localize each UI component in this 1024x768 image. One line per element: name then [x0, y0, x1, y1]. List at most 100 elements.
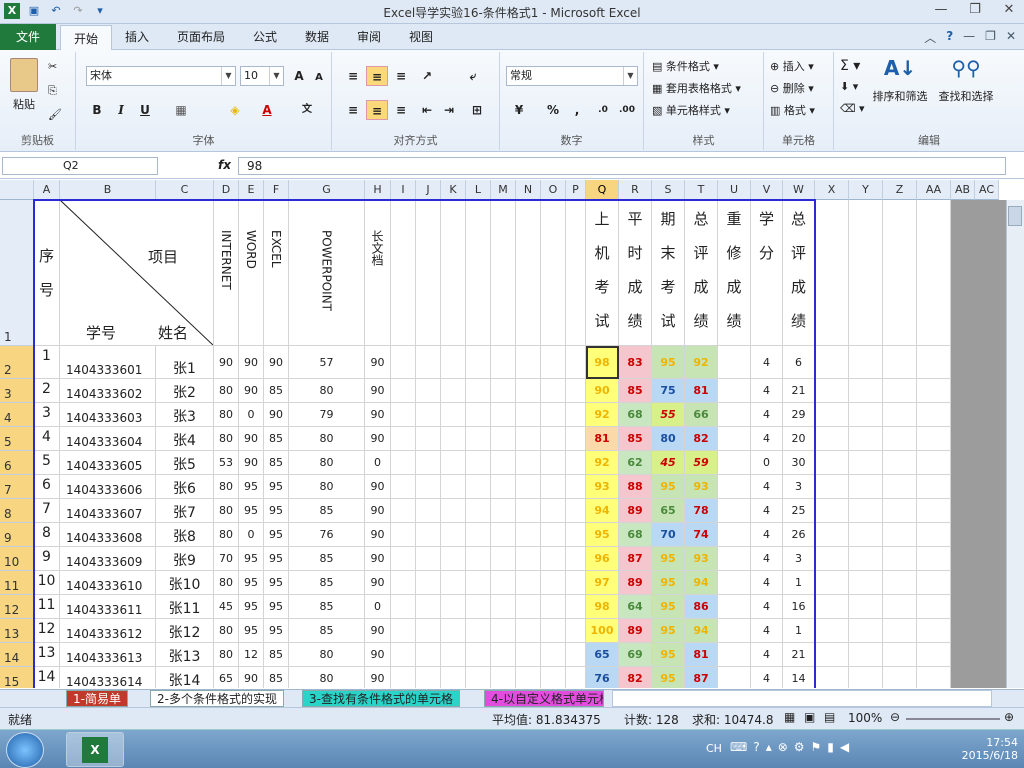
autosum-icon[interactable]: Σ ▾ [840, 58, 860, 74]
column-header[interactable]: M [491, 180, 516, 200]
percent-button[interactable]: % [542, 100, 564, 120]
tab-review[interactable]: 审阅 [348, 24, 390, 50]
empty-cell[interactable] [883, 595, 917, 619]
column-header[interactable]: P [566, 180, 586, 200]
empty-cell[interactable] [917, 379, 951, 403]
empty-cell[interactable] [883, 523, 917, 547]
empty-cell[interactable] [883, 379, 917, 403]
format-painter-icon[interactable]: 🖌 [48, 108, 62, 121]
header-empty-cell[interactable] [815, 200, 849, 346]
row-header[interactable]: 2 [0, 346, 34, 379]
column-header[interactable]: N [516, 180, 541, 200]
copy-icon[interactable]: ⎘ [48, 84, 57, 98]
fill-color-icon[interactable]: ◈ [224, 100, 246, 120]
format-cells-button[interactable]: ▥ 格式 ▾ [770, 102, 815, 118]
column-header[interactable]: X [815, 180, 849, 200]
row-header[interactable]: 7 [0, 475, 34, 499]
row-header[interactable]: 11 [0, 571, 34, 595]
empty-cell[interactable] [883, 571, 917, 595]
column-header[interactable]: Y [849, 180, 883, 200]
header-empty-cell[interactable] [849, 200, 883, 346]
empty-cell[interactable] [883, 346, 917, 379]
row-header[interactable]: 6 [0, 451, 34, 475]
find-select-button[interactable]: ⚲⚲ 查找和选择 [934, 56, 998, 104]
empty-cell[interactable] [849, 667, 883, 688]
column-header[interactable]: Q [586, 180, 619, 200]
page-break-icon[interactable]: ▤ [824, 710, 835, 724]
font-size-combo[interactable]: 10 ▼ [240, 66, 284, 86]
doc-close-icon[interactable]: ✕ [1006, 29, 1016, 46]
zoom-level[interactable]: 100% [848, 711, 882, 725]
tray-icons[interactable]: ⌨?▴⊗⚙⚑▮◀ [730, 740, 855, 754]
row-header[interactable]: 15 [0, 667, 34, 688]
column-header[interactable]: K [441, 180, 466, 200]
tab-page-layout[interactable]: 页面布局 [168, 24, 234, 50]
column-header[interactable]: T [685, 180, 718, 200]
vertical-scrollbar-thumb[interactable] [1008, 206, 1022, 226]
wrap-text-icon[interactable]: ⤶ [462, 66, 484, 86]
align-bottom-icon[interactable]: ≡ [390, 66, 412, 86]
border-icon[interactable]: ▦ [170, 100, 192, 120]
column-header[interactable]: U [718, 180, 751, 200]
ime-indicator[interactable]: CH [706, 742, 722, 755]
clock[interactable]: 17:54 2015/6/18 [962, 736, 1018, 762]
sheet-tab-3[interactable]: 3-查找有条件格式的单元格 [302, 690, 460, 707]
format-as-table-button[interactable]: ▦ 套用表格格式 ▾ [652, 80, 741, 96]
empty-cell[interactable] [917, 571, 951, 595]
sheet-tab-1[interactable]: 1-简易单 [66, 690, 128, 707]
column-header[interactable]: B [60, 180, 156, 200]
row-header[interactable]: 5 [0, 427, 34, 451]
empty-cell[interactable] [917, 619, 951, 643]
empty-cell[interactable] [849, 346, 883, 379]
empty-cell[interactable] [815, 451, 849, 475]
excel-taskbar-icon[interactable]: X [66, 732, 124, 767]
empty-cell[interactable] [849, 619, 883, 643]
empty-cell[interactable] [917, 475, 951, 499]
help-icon[interactable]: ? [946, 29, 953, 46]
italic-button[interactable]: I [110, 100, 132, 120]
empty-cell[interactable] [815, 379, 849, 403]
empty-cell[interactable] [917, 643, 951, 667]
empty-cell[interactable] [917, 595, 951, 619]
horizontal-scrollbar[interactable] [612, 690, 992, 707]
empty-cell[interactable] [815, 346, 849, 379]
column-header[interactable]: R [619, 180, 652, 200]
empty-cell[interactable] [917, 667, 951, 688]
empty-cell[interactable] [815, 427, 849, 451]
orientation-icon[interactable]: ↗ [416, 66, 438, 86]
zoom-slider[interactable] [906, 718, 1000, 720]
row-header[interactable]: 13 [0, 619, 34, 643]
column-header[interactable]: F [264, 180, 289, 200]
header-empty-cell[interactable] [917, 200, 951, 346]
column-header[interactable]: S [652, 180, 685, 200]
spreadsheet-grid[interactable]: A B C D E F G H I J K L M N O P Q R S T U V W X Y Z AA AB AC 1 2 3 4 5 6 7 8… [0, 180, 1024, 688]
column-header[interactable]: C [156, 180, 214, 200]
grow-font-button[interactable]: A [288, 66, 310, 86]
number-format-combo[interactable]: 常规 ▼ [506, 66, 638, 86]
empty-cell[interactable] [917, 499, 951, 523]
vertical-scrollbar[interactable] [1006, 200, 1024, 688]
column-header[interactable]: W [783, 180, 815, 200]
row-header[interactable]: 9 [0, 523, 34, 547]
column-header[interactable]: AB [951, 180, 975, 200]
empty-cell[interactable] [815, 403, 849, 427]
empty-cell[interactable] [917, 346, 951, 379]
tab-view[interactable]: 视图 [400, 24, 442, 50]
empty-cell[interactable] [849, 475, 883, 499]
empty-cell[interactable] [849, 499, 883, 523]
select-all-corner[interactable] [0, 180, 34, 200]
font-name-combo[interactable]: 宋体 ▼ [86, 66, 236, 86]
column-header[interactable]: J [416, 180, 441, 200]
doc-restore-icon[interactable]: ❐ [985, 29, 996, 46]
increase-indent-icon[interactable]: ⇥ [438, 100, 460, 120]
minimize-ribbon-icon[interactable]: ︿ [924, 29, 936, 46]
empty-cell[interactable] [883, 475, 917, 499]
column-header[interactable]: D [214, 180, 239, 200]
row-header[interactable]: 8 [0, 499, 34, 523]
column-header[interactable]: G [289, 180, 365, 200]
column-header[interactable]: O [541, 180, 566, 200]
fx-icon[interactable]: fx [218, 158, 231, 172]
decrease-indent-icon[interactable]: ⇤ [416, 100, 438, 120]
windows-start-icon[interactable] [6, 732, 44, 768]
empty-cell[interactable] [917, 523, 951, 547]
